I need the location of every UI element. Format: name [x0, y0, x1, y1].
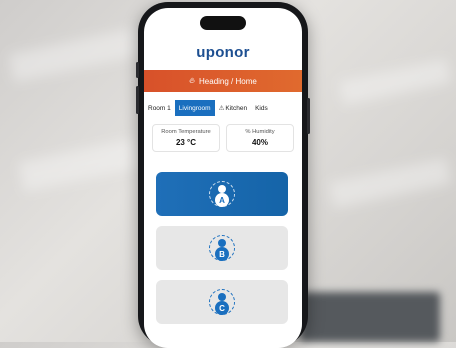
dynamic-island — [200, 16, 246, 30]
user-head — [218, 239, 226, 247]
light-band — [338, 58, 452, 106]
tab-kitchen[interactable]: ⚠ Kitchen — [215, 100, 252, 116]
phone-frame: uponor 🔥︎ Heading / Home Room 1 Livingro… — [136, 2, 310, 348]
readings: Room Temperature 23 °C % Humidity 40% — [152, 124, 294, 152]
desk-object — [300, 292, 440, 342]
phone-side-button — [136, 86, 139, 114]
phone-side-button — [136, 62, 139, 78]
tab-label: Room 1 — [148, 104, 171, 112]
tab-label: Kitchen — [225, 104, 248, 112]
zone-a-button[interactable]: A — [156, 172, 288, 216]
user-head — [218, 293, 226, 301]
humidity-value: 40% — [251, 138, 268, 147]
user-icon: B — [209, 235, 235, 261]
room-tabs: Room 1 Livingroom ⚠ Kitchen Kids — [144, 100, 302, 116]
warning-icon: ⚠ — [218, 105, 225, 112]
header-bar[interactable]: 🔥︎ Heading / Home — [144, 70, 302, 92]
tab-livingroom[interactable]: Livingroom — [174, 100, 215, 116]
light-band — [328, 157, 452, 209]
zone-letter: C — [215, 301, 229, 315]
tab-kids[interactable]: Kids — [251, 100, 272, 116]
humidity-label: % Humidity — [245, 129, 275, 135]
temperature-card: Room Temperature 23 °C — [152, 124, 220, 152]
tab-label: Kids — [255, 104, 268, 112]
light-band — [18, 137, 142, 193]
zone-letter: A — [215, 193, 229, 207]
phone-side-button — [307, 98, 310, 134]
light-band — [8, 25, 152, 83]
temperature-label: Room Temperature — [161, 129, 211, 135]
header-title: Heading / Home — [199, 76, 257, 86]
tab-label: Livingroom — [178, 104, 211, 112]
user-icon: C — [209, 289, 235, 315]
user-head — [218, 185, 226, 193]
zone-b-button[interactable]: B — [156, 226, 288, 270]
temperature-value: 23 °C — [175, 138, 197, 147]
humidity-card: % Humidity 40% — [226, 124, 294, 152]
flame-icon: 🔥︎ — [189, 76, 196, 85]
zone-letter: B — [215, 247, 229, 261]
tab-room-1[interactable]: Room 1 — [144, 100, 175, 116]
user-icon: A — [209, 181, 235, 207]
brand-logo: uponor — [196, 44, 250, 61]
zone-c-button[interactable]: C — [156, 280, 288, 324]
app-screen: uponor 🔥︎ Heading / Home Room 1 Livingro… — [144, 8, 302, 348]
